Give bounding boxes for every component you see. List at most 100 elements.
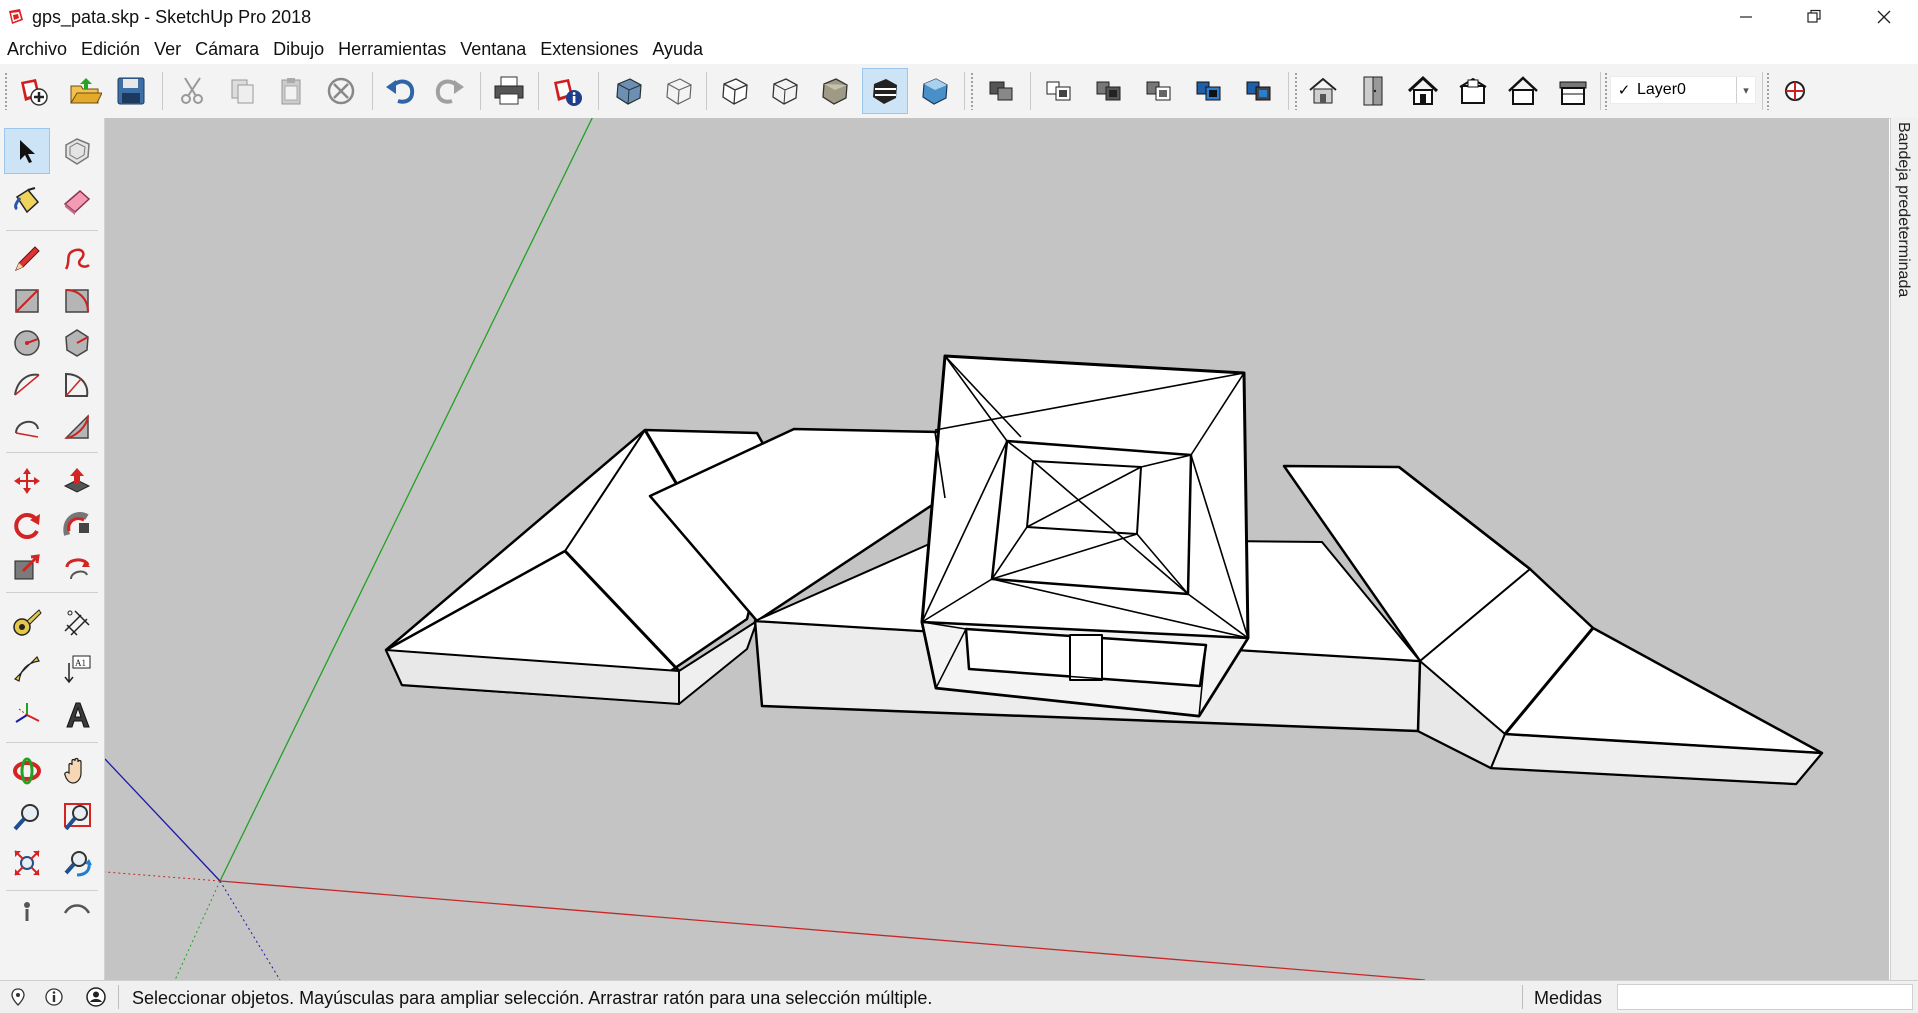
make-component-icon[interactable]	[54, 128, 100, 174]
window-title: gps_pata.skp - SketchUp Pro 2018	[32, 7, 312, 27]
model-info-icon[interactable]	[544, 68, 590, 114]
menu-herramientas[interactable]: Herramientas	[331, 36, 453, 64]
geolocation-status-icon[interactable]	[6, 985, 30, 1009]
top-view-icon[interactable]	[978, 68, 1024, 114]
xray-icon[interactable]	[606, 68, 652, 114]
back-view-icon[interactable]	[1136, 68, 1182, 114]
menu-dibujo[interactable]: Dibujo	[266, 36, 331, 64]
menu-ayuda[interactable]: Ayuda	[645, 36, 710, 64]
zoom-icon[interactable]	[4, 794, 50, 840]
house-front-icon[interactable]	[1400, 68, 1446, 114]
orbit-icon[interactable]	[4, 748, 50, 794]
axes-icon[interactable]	[4, 692, 50, 738]
menu-ver[interactable]: Ver	[147, 36, 188, 64]
hidden-line-icon[interactable]	[712, 68, 758, 114]
rectangle-icon[interactable]	[4, 278, 50, 324]
protractor-icon[interactable]	[4, 646, 50, 692]
wireframe-icon[interactable]	[656, 68, 702, 114]
toolbar-grip[interactable]	[4, 72, 8, 110]
monochrome-icon[interactable]	[862, 68, 908, 114]
print-icon[interactable]	[486, 68, 532, 114]
pan-icon[interactable]	[54, 748, 100, 794]
move-icon[interactable]	[4, 458, 50, 504]
geolocation-icon[interactable]	[1550, 68, 1596, 114]
house-roof-icon[interactable]	[1500, 68, 1546, 114]
freehand-icon[interactable]	[54, 236, 100, 282]
paste-icon[interactable]	[268, 68, 314, 114]
copy-icon[interactable]	[220, 68, 266, 114]
3d-text-icon[interactable]	[54, 692, 100, 738]
scale-icon[interactable]	[4, 544, 50, 590]
polygon-icon[interactable]	[54, 320, 100, 366]
shaded-textures-icon[interactable]	[812, 68, 858, 114]
tape-measure-icon[interactable]	[4, 600, 50, 646]
zoom-extents-icon[interactable]	[4, 840, 50, 886]
menu-camara[interactable]: Cámara	[188, 36, 266, 64]
pie-icon[interactable]	[54, 362, 100, 408]
cut-icon[interactable]	[170, 68, 216, 114]
drawing-viewport[interactable]	[105, 118, 1889, 980]
menu-archivo[interactable]: Archivo	[0, 36, 74, 64]
model-geometry[interactable]	[384, 354, 1824, 786]
user-account-icon[interactable]	[84, 985, 108, 1009]
select-icon[interactable]	[4, 128, 50, 174]
restore-icon[interactable]	[1786, 0, 1842, 34]
measurements-input[interactable]	[1617, 984, 1913, 1010]
pencil-icon[interactable]	[4, 236, 50, 282]
sketchup-logo-icon	[6, 7, 26, 27]
tray-label[interactable]: Bandeja predeterminada	[1894, 122, 1912, 297]
previous-view-icon[interactable]	[54, 840, 100, 886]
new-file-icon[interactable]	[10, 68, 56, 114]
iso-view-icon[interactable]	[912, 68, 958, 114]
credits-icon[interactable]	[42, 985, 66, 1009]
text-icon[interactable]: A1	[54, 646, 100, 692]
rotate-icon[interactable]	[4, 502, 50, 548]
circle-icon[interactable]	[4, 320, 50, 366]
offset-icon[interactable]	[54, 544, 100, 590]
title-bar: gps_pata.skp - SketchUp Pro 2018	[0, 0, 1918, 34]
redo-icon[interactable]	[426, 68, 472, 114]
right-view-icon[interactable]	[1086, 68, 1132, 114]
push-pull-icon[interactable]	[54, 458, 100, 504]
model-canvas[interactable]	[105, 118, 1889, 980]
erase-icon[interactable]	[318, 68, 364, 114]
layer-select[interactable]: ✓ Layer0 ▾	[1610, 76, 1756, 104]
zoom-window-icon[interactable]	[54, 794, 100, 840]
menu-extensiones[interactable]: Extensiones	[533, 36, 645, 64]
left-view-icon[interactable]	[1186, 68, 1232, 114]
default-tray[interactable]: Bandeja predeterminada	[1890, 118, 1918, 980]
follow-me-icon[interactable]	[54, 502, 100, 548]
dimension-icon[interactable]	[54, 600, 100, 646]
undo-icon[interactable]	[378, 68, 424, 114]
look-around-icon[interactable]	[54, 896, 100, 926]
walk-icon[interactable]	[4, 896, 50, 926]
minimize-icon[interactable]	[1718, 0, 1774, 34]
measurements-label: Medidas	[1534, 988, 1603, 1008]
tool-palette: A1	[0, 118, 105, 980]
warehouse-icon[interactable]	[1236, 68, 1282, 114]
layer-name: Layer0	[1637, 81, 1686, 98]
components-icon[interactable]	[1300, 68, 1346, 114]
close-icon[interactable]	[1856, 0, 1912, 34]
eraser-icon[interactable]	[54, 178, 100, 224]
chevron-down-icon[interactable]: ▾	[1736, 77, 1755, 103]
two-point-arc-icon[interactable]	[4, 404, 50, 450]
menu-bar: Archivo Edición Ver Cámara Dibujo Herram…	[0, 36, 710, 64]
shaded-icon[interactable]	[762, 68, 808, 114]
rotated-rectangle-icon[interactable]	[54, 278, 100, 324]
house-outline-icon[interactable]	[1450, 68, 1496, 114]
front-view-icon[interactable]	[1036, 68, 1082, 114]
home-icon[interactable]	[1350, 68, 1396, 114]
menu-edicion[interactable]: Edición	[74, 36, 147, 64]
text-tool-label: A1	[75, 658, 86, 668]
paint-bucket-icon[interactable]	[4, 178, 50, 224]
menu-ventana[interactable]: Ventana	[453, 36, 533, 64]
arc-icon[interactable]	[4, 362, 50, 408]
layer-visible-check: ✓	[1617, 82, 1631, 99]
status-message: Seleccionar objetos. Mayúsculas para amp…	[132, 988, 933, 1008]
status-bar: Seleccionar objetos. Mayúsculas para amp…	[0, 980, 1918, 1013]
open-icon[interactable]	[62, 68, 108, 114]
three-point-arc-icon[interactable]	[54, 404, 100, 450]
save-icon[interactable]	[108, 68, 154, 114]
world-icon[interactable]	[1772, 68, 1818, 114]
